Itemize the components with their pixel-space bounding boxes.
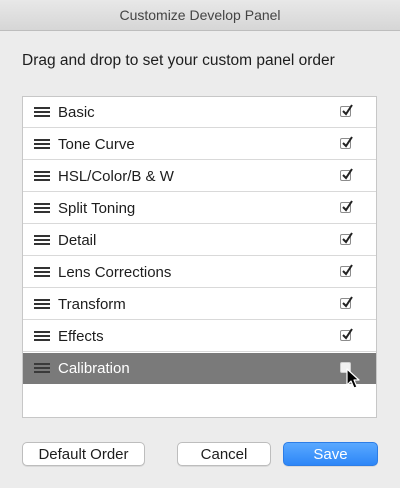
drag-handle-icon[interactable]	[34, 298, 50, 310]
panel-row-basic[interactable]: Basic	[23, 97, 376, 128]
panel-checkbox[interactable]	[340, 264, 353, 277]
drag-handle-icon[interactable]	[34, 234, 50, 246]
panel-label: Calibration	[58, 359, 130, 377]
drag-handle-icon[interactable]	[34, 362, 50, 374]
checkmark-icon	[342, 296, 353, 308]
panel-label: Transform	[58, 295, 126, 313]
panel-checkbox[interactable]	[340, 232, 353, 245]
checkmark-icon	[342, 104, 353, 116]
save-button[interactable]: Save	[283, 442, 378, 466]
panel-order-list: Basic Tone Curve HSL/Color/B & W Split T…	[22, 96, 377, 418]
panel-row-hsl-color-bw[interactable]: HSL/Color/B & W	[23, 161, 376, 192]
panel-row-tone-curve[interactable]: Tone Curve	[23, 129, 376, 160]
drag-handle-icon[interactable]	[34, 202, 50, 214]
panel-row-lens-corrections[interactable]: Lens Corrections	[23, 257, 376, 288]
panel-checkbox[interactable]	[340, 200, 353, 213]
panel-checkbox[interactable]	[340, 104, 353, 117]
window-title: Customize Develop Panel	[119, 7, 281, 23]
panel-row-detail[interactable]: Detail	[23, 225, 376, 256]
panel-label: Detail	[58, 231, 97, 249]
drag-handle-icon[interactable]	[34, 266, 50, 278]
panel-label: HSL/Color/B & W	[58, 167, 174, 185]
panel-row-effects[interactable]: Effects	[23, 321, 376, 352]
checkmark-icon	[342, 328, 353, 340]
panel-label: Basic	[58, 103, 95, 121]
mouse-pointer-icon	[346, 368, 360, 389]
panel-label: Lens Corrections	[58, 263, 172, 281]
panel-row-split-toning[interactable]: Split Toning	[23, 193, 376, 224]
panel-checkbox[interactable]	[340, 328, 353, 341]
default-order-button[interactable]: Default Order	[22, 442, 145, 466]
panel-row-transform[interactable]: Transform	[23, 289, 376, 320]
checkmark-icon	[342, 232, 353, 244]
drag-handle-icon[interactable]	[34, 330, 50, 342]
checkmark-icon	[342, 264, 353, 276]
panel-checkbox[interactable]	[340, 296, 353, 309]
instructions-text: Drag and drop to set your custom panel o…	[22, 52, 335, 69]
checkmark-icon	[342, 168, 353, 180]
drag-handle-icon[interactable]	[34, 106, 50, 118]
panel-checkbox[interactable]	[340, 136, 353, 149]
drag-handle-icon[interactable]	[34, 138, 50, 150]
cancel-button[interactable]: Cancel	[177, 442, 271, 466]
panel-label: Split Toning	[58, 199, 136, 217]
panel-row-calibration[interactable]: Calibration	[23, 353, 376, 384]
drag-handle-icon[interactable]	[34, 170, 50, 182]
panel-label: Tone Curve	[58, 135, 135, 153]
panel-checkbox[interactable]	[340, 168, 353, 181]
window-titlebar[interactable]: Customize Develop Panel	[0, 0, 400, 31]
panel-label: Effects	[58, 327, 104, 345]
checkmark-icon	[342, 136, 353, 148]
checkmark-icon	[342, 200, 353, 212]
